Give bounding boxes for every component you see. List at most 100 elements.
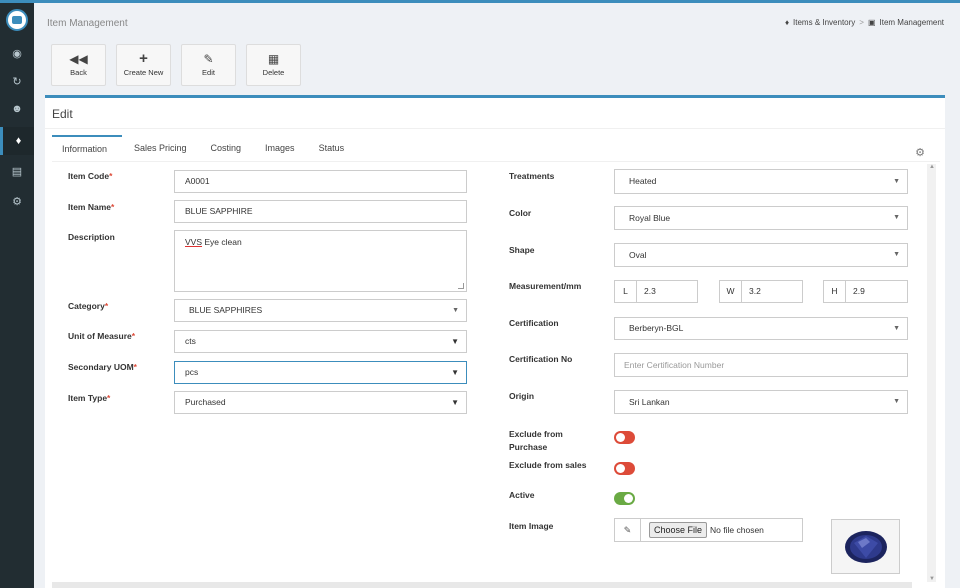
treatments-label: Treatments [509, 171, 555, 181]
item-image-thumbnail[interactable] [831, 519, 900, 574]
breadcrumb: ♦ Items & Inventory > ▣ Item Management [785, 18, 944, 27]
choose-file-button[interactable]: Choose File [649, 522, 708, 538]
color-label: Color [509, 208, 532, 218]
page-header: Item Management ♦ Items & Inventory > ▣ … [34, 3, 960, 41]
gear-icon[interactable]: ⚙ [915, 146, 925, 159]
height-input[interactable]: 2.9 [846, 281, 907, 302]
backward-icon: ◀◀ [69, 52, 88, 66]
category-select[interactable]: BLUE SAPPHIRES ▼ [174, 299, 467, 322]
category-value: BLUE SAPPHIRES [189, 305, 263, 315]
delete-button[interactable]: ▦ Delete [246, 44, 301, 86]
cube-icon: ▣ [867, 18, 876, 27]
certification-select[interactable]: Berberyn-BGL ▼ [614, 317, 908, 340]
page-scrollbar[interactable] [945, 3, 960, 588]
scroll-up-icon[interactable]: ▲ [929, 164, 935, 170]
description-text-spellcheck: VVS [185, 237, 203, 247]
sapphire-image [844, 530, 887, 563]
caret-down-icon: ▼ [893, 214, 900, 221]
origin-select[interactable]: Sri Lankan ▼ [614, 390, 908, 414]
exclude-sales-label: Exclude from sales [509, 460, 587, 470]
cubes-icon[interactable]: ♦ [0, 127, 34, 155]
shape-value: Oval [629, 250, 647, 260]
shape-select[interactable]: Oval ▼ [614, 243, 908, 267]
trash-icon: ▦ [267, 52, 280, 66]
treatments-select[interactable]: Heated ▼ [614, 169, 908, 194]
logo-mark [12, 16, 22, 24]
app-logo[interactable] [6, 9, 28, 31]
certification-no-label: Certification No [509, 354, 573, 364]
breadcrumb-separator: > [859, 18, 864, 27]
toggle-knob [616, 433, 625, 442]
certification-label: Certification [509, 318, 559, 328]
height-input-group: H 2.9 [823, 280, 908, 303]
breadcrumb-item-item-management: Item Management [879, 18, 944, 27]
tab-images[interactable]: Images [253, 135, 307, 160]
scroll-down-icon[interactable]: ▼ [929, 576, 935, 582]
tab-costing[interactable]: Costing [199, 135, 254, 160]
height-addon: H [824, 281, 846, 302]
item-code-input[interactable]: A0001 [174, 170, 467, 193]
measurement-label: Measurement/mm [509, 281, 582, 291]
item-image-file-group: ✎ Choose File No file chosen [614, 518, 803, 542]
active-label: Active [509, 490, 535, 500]
exclude-purchase-toggle[interactable] [614, 431, 635, 444]
horizontal-scrollbar[interactable] [52, 582, 912, 588]
create-new-button[interactable]: + Create New [116, 44, 171, 86]
treatments-value: Heated [629, 176, 657, 186]
edit-button-label: Edit [202, 68, 215, 77]
width-input-group: W 3.2 [719, 280, 803, 303]
caret-down-icon: ▼ [893, 325, 900, 332]
tab-sales-pricing[interactable]: Sales Pricing [122, 135, 199, 160]
description-label: Description [68, 232, 115, 242]
sidebar: ◉ ↻ ☻ ♦ ▤ ⚙ [0, 3, 34, 588]
length-input[interactable]: 2.3 [637, 281, 697, 302]
description-text: Eye clean [202, 237, 242, 247]
color-value: Royal Blue [629, 213, 671, 223]
bar-chart-icon[interactable]: ▤ [0, 157, 34, 185]
certification-no-input[interactable]: Enter Certification Number [614, 353, 908, 377]
settings-icon[interactable]: ⚙ [0, 187, 34, 215]
caret-down-icon: ▼ [451, 368, 459, 377]
caret-down-icon: ▼ [893, 398, 900, 405]
refresh-icon[interactable]: ↻ [0, 67, 34, 95]
category-label: Category* [68, 301, 109, 311]
exclude-purchase-label: Exclude from Purchase [509, 429, 563, 452]
plus-icon: + [139, 50, 148, 67]
active-toggle[interactable] [614, 492, 635, 505]
secondary-uom-value: pcs [185, 367, 199, 377]
item-name-input[interactable]: BLUE SAPPHIRE [174, 200, 467, 223]
width-addon: W [720, 281, 742, 302]
users-icon[interactable]: ☻ [0, 95, 34, 123]
divider [45, 128, 945, 129]
item-name-label: Item Name* [68, 202, 115, 212]
description-textarea[interactable]: VVS Eye clean [174, 230, 467, 292]
item-type-value: Purchased [185, 397, 226, 407]
toolbar: ◀◀ Back + Create New ✎ Edit ▦ Delete [51, 44, 301, 86]
tab-information[interactable]: Information [52, 135, 122, 160]
tab-status[interactable]: Status [307, 135, 357, 160]
pencil-icon: ✎ [203, 52, 214, 66]
color-select[interactable]: Royal Blue ▼ [614, 206, 908, 230]
caret-down-icon: ▼ [451, 337, 459, 346]
toggle-knob [624, 494, 633, 503]
caret-down-icon: ▼ [452, 307, 459, 314]
width-input[interactable]: 3.2 [742, 281, 802, 302]
back-button[interactable]: ◀◀ Back [51, 44, 106, 86]
delete-button-label: Delete [262, 68, 285, 77]
breadcrumb-item-items-inventory[interactable]: Items & Inventory [793, 18, 855, 27]
item-code-label: Item Code* [68, 171, 113, 181]
secondary-uom-select[interactable]: pcs ▼ [174, 361, 467, 384]
caret-down-icon: ▼ [451, 398, 459, 407]
exclude-sales-toggle[interactable] [614, 462, 635, 475]
unit-of-measure-select[interactable]: cts ▼ [174, 330, 467, 353]
caret-down-icon: ▼ [893, 251, 900, 258]
unit-of-measure-value: cts [185, 336, 196, 346]
item-type-select[interactable]: Purchased ▼ [174, 391, 467, 414]
form-scrollbar[interactable]: ▲ ▼ [927, 164, 936, 582]
toggle-knob [616, 464, 625, 473]
length-addon: L [615, 281, 637, 302]
dashboard-icon[interactable]: ◉ [0, 39, 34, 67]
resize-handle[interactable] [458, 283, 464, 289]
item-type-label: Item Type* [68, 393, 111, 403]
edit-button[interactable]: ✎ Edit [181, 44, 236, 86]
